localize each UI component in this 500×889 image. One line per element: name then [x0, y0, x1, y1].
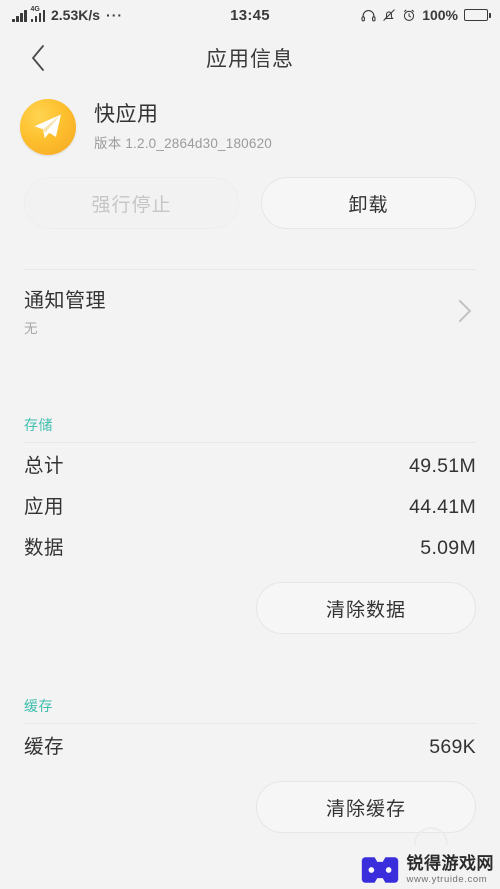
storage-data-label: 数据 — [24, 537, 65, 559]
cache-size-label: 缓存 — [24, 736, 65, 758]
clear-data-button[interactable]: 清除数据 — [256, 582, 476, 634]
table-row: 应用 44.41M — [0, 484, 500, 525]
cache-size-value: 569K — [429, 736, 476, 758]
title-bar: 应用信息 — [0, 30, 500, 85]
notification-texts: 通知管理 无 — [24, 284, 452, 337]
notification-title: 通知管理 — [24, 290, 106, 312]
storage-section-header: 存储 — [24, 417, 53, 433]
app-meta: 快应用 版本 1.2.0_2864d30_180620 — [94, 102, 272, 151]
signal-bars-icon — [12, 9, 27, 22]
watermark-texts: 锐得游戏网 www.ytruide.com — [407, 855, 495, 885]
battery-full-icon — [464, 9, 491, 21]
bell-muted-icon — [382, 8, 396, 22]
watermark-url: www.ytruide.com — [406, 873, 488, 885]
watermark: 锐得游戏网 www.ytruide.com — [360, 855, 495, 885]
clear-cache-button[interactable]: 清除缓存 — [256, 781, 476, 833]
status-bar-left: 4G 2.53K/s ··· — [12, 6, 230, 23]
spacer-before-cache — [0, 634, 500, 696]
storage-app-label: 应用 — [24, 496, 65, 518]
action-button-row: 强行停止 卸载 — [0, 165, 500, 229]
chevron-right-icon — [448, 299, 472, 322]
storage-total-value: 49.51M — [409, 455, 476, 477]
notification-management-row[interactable]: 通知管理 无 — [0, 270, 500, 353]
battery-percent-label: 100% — [422, 7, 458, 23]
headphone-icon — [361, 9, 376, 22]
spacer-before-storage — [0, 353, 500, 415]
signal-4g-icon: 4G — [30, 6, 45, 22]
network-type-label: 4G — [30, 6, 40, 13]
status-bar-right: 100% — [270, 7, 491, 23]
paper-plane-icon — [20, 99, 76, 155]
storage-total-label: 总计 — [24, 455, 65, 477]
status-overflow-dots: ··· — [106, 7, 124, 23]
table-row: 数据 5.09M — [0, 525, 500, 566]
status-bar-clock: 13:45 — [230, 6, 270, 24]
status-bar: 4G 2.53K/s ··· 13:45 100% — [0, 0, 500, 30]
cache-section-header: 缓存 — [24, 698, 53, 714]
page-title: 应用信息 — [206, 47, 294, 71]
storage-app-value: 44.41M — [409, 496, 476, 518]
force-stop-button[interactable]: 强行停止 — [24, 177, 239, 229]
storage-data-value: 5.09M — [420, 537, 476, 559]
spacer-after-actions — [0, 229, 500, 269]
back-button[interactable] — [16, 30, 60, 85]
uninstall-button[interactable]: 卸载 — [261, 177, 476, 229]
back-chevron-icon — [32, 44, 44, 71]
app-version: 版本 1.2.0_2864d30_180620 — [94, 135, 272, 151]
clear-cache-button-wrap: 清除缓存 — [0, 765, 500, 833]
table-row: 缓存 569K — [0, 724, 500, 765]
clear-data-button-wrap: 清除数据 — [0, 566, 500, 634]
gamepad-logo-icon — [361, 857, 398, 883]
network-speed-label: 2.53K/s — [51, 7, 101, 23]
watermark-title: 锐得游戏网 — [406, 854, 494, 874]
app-name: 快应用 — [94, 103, 159, 127]
app-header: 快应用 版本 1.2.0_2864d30_180620 — [0, 85, 500, 165]
storage-section: 存储 总计 49.51M 应用 44.41M 数据 5.09M 清除数据 — [0, 415, 500, 634]
cache-section: 缓存 缓存 569K 清除缓存 — [0, 696, 500, 833]
app-info-screen: 4G 2.53K/s ··· 13:45 100% 应用信息 快应用 版本 1.… — [0, 0, 500, 889]
table-row: 总计 49.51M — [0, 443, 500, 484]
notification-subtitle: 无 — [24, 321, 38, 336]
alarm-clock-icon — [402, 8, 416, 22]
